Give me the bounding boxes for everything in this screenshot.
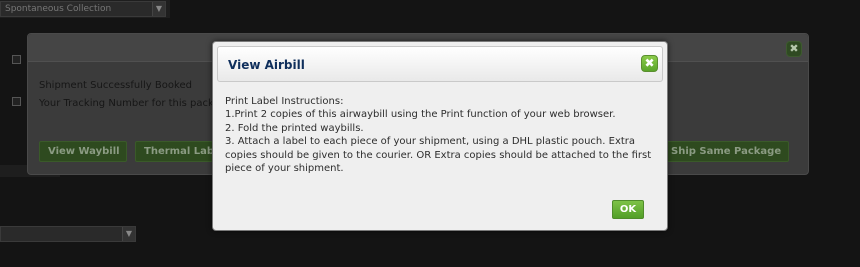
ok-button[interactable]: OK	[612, 200, 644, 219]
print-instructions: Print Label Instructions: 1.Print 2 copi…	[225, 95, 655, 175]
instruction-step-1: 1.Print 2 copies of this airwaybill usin…	[225, 109, 616, 121]
view-waybill-button[interactable]: View Waybill	[39, 141, 127, 162]
dialog-title: View Airbill	[228, 58, 305, 72]
background-select-value: Spontaneous Collection	[5, 4, 112, 14]
thermal-label-button[interactable]: Thermal Label	[135, 141, 213, 162]
background-select[interactable]: Spontaneous Collection ▼	[0, 1, 166, 17]
view-airbill-dialog: View Airbill ✖ Print Label Instructions:…	[212, 41, 668, 231]
background-checkbox[interactable]	[12, 97, 21, 106]
dialog-header: View Airbill ✖	[217, 46, 663, 82]
chevron-down-icon: ▼	[122, 227, 135, 241]
booking-success-text: Shipment Successfully Booked	[39, 80, 192, 91]
close-icon[interactable]: ✖	[786, 41, 802, 57]
instructions-heading: Print Label Instructions:	[225, 96, 344, 107]
background-checkbox[interactable]	[12, 55, 21, 64]
chevron-down-icon: ▼	[152, 2, 165, 16]
instruction-step-3: 3. Attach a label to each piece of your …	[225, 136, 652, 175]
instruction-step-2: 2. Fold the printed waybills.	[225, 122, 364, 134]
background-select-2[interactable]: ▼	[0, 226, 136, 242]
close-icon[interactable]: ✖	[641, 55, 658, 72]
ship-same-package-button[interactable]: Ship Same Package	[662, 141, 789, 162]
